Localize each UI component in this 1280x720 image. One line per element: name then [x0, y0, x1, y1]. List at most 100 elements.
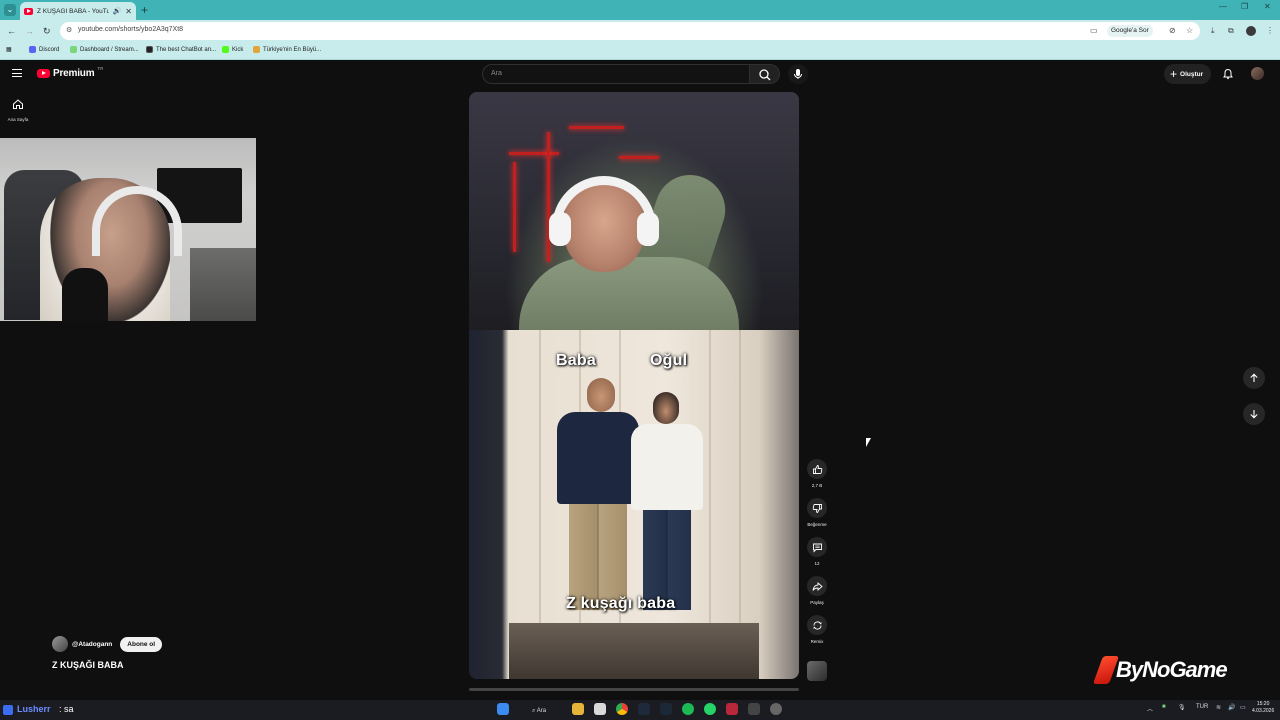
comments-button[interactable]: 12: [804, 537, 830, 566]
curtain-fold: [539, 330, 541, 630]
channel-thumbnail[interactable]: [807, 661, 827, 681]
steam-icon[interactable]: [660, 703, 672, 715]
extensions-icon[interactable]: ⧉: [1228, 25, 1234, 37]
file-explorer-icon[interactable]: [572, 703, 584, 715]
tray-mic-icon[interactable]: 🎙: [1178, 704, 1186, 711]
chrome-icon[interactable]: [616, 703, 628, 715]
browser-profile-avatar[interactable]: [1246, 26, 1256, 36]
son-head: [653, 392, 679, 424]
bookmark-kick[interactable]: Kick: [222, 46, 243, 53]
game-launcher-icon[interactable]: [726, 703, 738, 715]
active-tab[interactable]: Z KUŞAĞI BABA - YouTube 🔊 ✕: [20, 2, 136, 20]
account-avatar[interactable]: [1251, 67, 1264, 80]
eye-off-icon[interactable]: ⊘: [1169, 25, 1176, 37]
bookmark-star-icon[interactable]: ☆: [1186, 25, 1193, 37]
app-icon[interactable]: [748, 703, 760, 715]
brand-text: Premium: [53, 68, 95, 79]
back-icon[interactable]: ←: [7, 25, 16, 37]
dislike-button[interactable]: Beğenme: [804, 498, 830, 527]
discord-icon: [29, 46, 36, 53]
spotify-icon[interactable]: [682, 703, 694, 715]
next-short-button[interactable]: [1243, 403, 1265, 425]
father-legs: [569, 502, 627, 610]
arrow-up-icon: [1250, 373, 1258, 382]
bookmark-discord[interactable]: Discord: [29, 46, 59, 53]
mic-icon: [794, 69, 802, 79]
bynogame-watermark: ByNoGame: [1092, 656, 1228, 684]
like-button[interactable]: 2,7 B: [804, 459, 830, 488]
subscribe-button[interactable]: Abone ol: [120, 636, 163, 652]
reload-icon[interactable]: ↻: [43, 25, 51, 37]
create-button[interactable]: + Oluştur: [1164, 64, 1212, 84]
new-tab-button[interactable]: +: [141, 3, 148, 17]
clip-video-bottom: Baba Oğul Z kuşağı baba: [469, 330, 799, 679]
father-head: [587, 378, 615, 412]
taskbar-search[interactable]: ⌕ Ara: [532, 705, 546, 717]
browser-toolbar: ← → ↻ ⚙ youtube.com/shorts/ybo2A3q7Xt8 ▭…: [0, 20, 1280, 42]
short-video-player[interactable]: Baba Oğul Z kuşağı baba: [469, 92, 799, 679]
sidebar-item-label: Ana Sayfa: [7, 117, 29, 122]
microphone: [62, 268, 108, 321]
minimize-icon[interactable]: —: [1219, 2, 1227, 11]
remix-button[interactable]: Remix: [804, 615, 830, 644]
youtube-favicon-icon: [24, 7, 33, 15]
tray-app-icon[interactable]: ■: [1162, 704, 1166, 710]
led-shelf: [569, 126, 624, 129]
cast-icon[interactable]: ▭: [1090, 25, 1098, 37]
comment-icon: [812, 543, 822, 553]
video-progress-bar[interactable]: [469, 688, 799, 691]
browser-menu-icon[interactable]: ⋮: [1266, 25, 1274, 37]
chat-username: Lusherr: [17, 704, 51, 714]
youtube-logo[interactable]: Premium TR: [37, 66, 103, 79]
thumbs-down-icon: [812, 503, 822, 513]
wifi-icon[interactable]: ≋: [1216, 704, 1221, 711]
forward-icon[interactable]: →: [25, 25, 34, 37]
channel-row: @Atadogann Abone ol: [52, 636, 163, 652]
thumbs-up-icon: [812, 464, 822, 474]
apps-grid-icon[interactable]: ▦: [6, 46, 12, 53]
bookmark-turkiye[interactable]: Türkiye'nin En Büyü...: [253, 46, 321, 53]
address-bar[interactable]: ⚙ youtube.com/shorts/ybo2A3q7Xt8: [60, 22, 1200, 40]
bookmark-chatbot[interactable]: The best ChatBot an...: [146, 46, 216, 53]
site-info-icon[interactable]: ⚙: [66, 26, 74, 35]
voice-search-button[interactable]: [788, 64, 808, 84]
volume-icon[interactable]: 🔊: [1228, 704, 1235, 711]
speaker-icon[interactable]: 🔊: [113, 7, 122, 15]
search-button[interactable]: [750, 64, 780, 84]
calendar-app-icon[interactable]: [594, 703, 606, 715]
obs-icon[interactable]: [638, 703, 650, 715]
windows-start-icon[interactable]: [497, 703, 509, 715]
maximize-icon[interactable]: ❐: [1241, 2, 1248, 11]
channel-avatar[interactable]: [52, 636, 68, 652]
dashboard-icon: [70, 46, 77, 53]
whatsapp-icon[interactable]: [704, 703, 716, 715]
chatgpt-icon[interactable]: [770, 703, 782, 715]
headphone-cup: [637, 212, 659, 246]
battery-icon[interactable]: ▭: [1240, 704, 1246, 711]
menu-icon[interactable]: [12, 69, 22, 77]
ask-google-button[interactable]: Google'a Sor: [1107, 25, 1153, 37]
tab-search-icon[interactable]: ⌄: [4, 4, 16, 16]
search-input[interactable]: Ara: [482, 64, 750, 84]
tab-title: Z KUŞAĞI BABA - YouTube: [37, 7, 109, 15]
language-indicator[interactable]: TUR: [1196, 704, 1208, 710]
notifications-bell-icon[interactable]: [1222, 68, 1234, 80]
father-torso: [557, 412, 639, 504]
tray-expand-icon[interactable]: ︿: [1147, 704, 1153, 713]
close-tab-icon[interactable]: ✕: [125, 7, 132, 16]
system-clock[interactable]: 15:20 4.03.2026: [1252, 701, 1274, 715]
overlay-label-father: Baba: [556, 352, 596, 369]
chat-platform-icon: [3, 705, 13, 715]
mouse-cursor: [866, 438, 871, 447]
clock-date: 4.03.2026: [1252, 708, 1275, 714]
bookmark-dashboard[interactable]: Dashboard / Stream...: [70, 46, 139, 53]
comment-count: 12: [814, 561, 820, 566]
channel-name[interactable]: @Atadogann: [72, 641, 112, 648]
window-close-icon[interactable]: ✕: [1264, 2, 1271, 11]
download-icon[interactable]: ⤓: [1211, 25, 1215, 37]
share-button[interactable]: Paylaş: [804, 576, 830, 605]
curtain-fold: [709, 330, 711, 630]
video-caption: Z kuşağı baba: [566, 595, 676, 612]
previous-short-button[interactable]: [1243, 367, 1265, 389]
sidebar-item-home[interactable]: Ana Sayfa: [4, 97, 32, 122]
